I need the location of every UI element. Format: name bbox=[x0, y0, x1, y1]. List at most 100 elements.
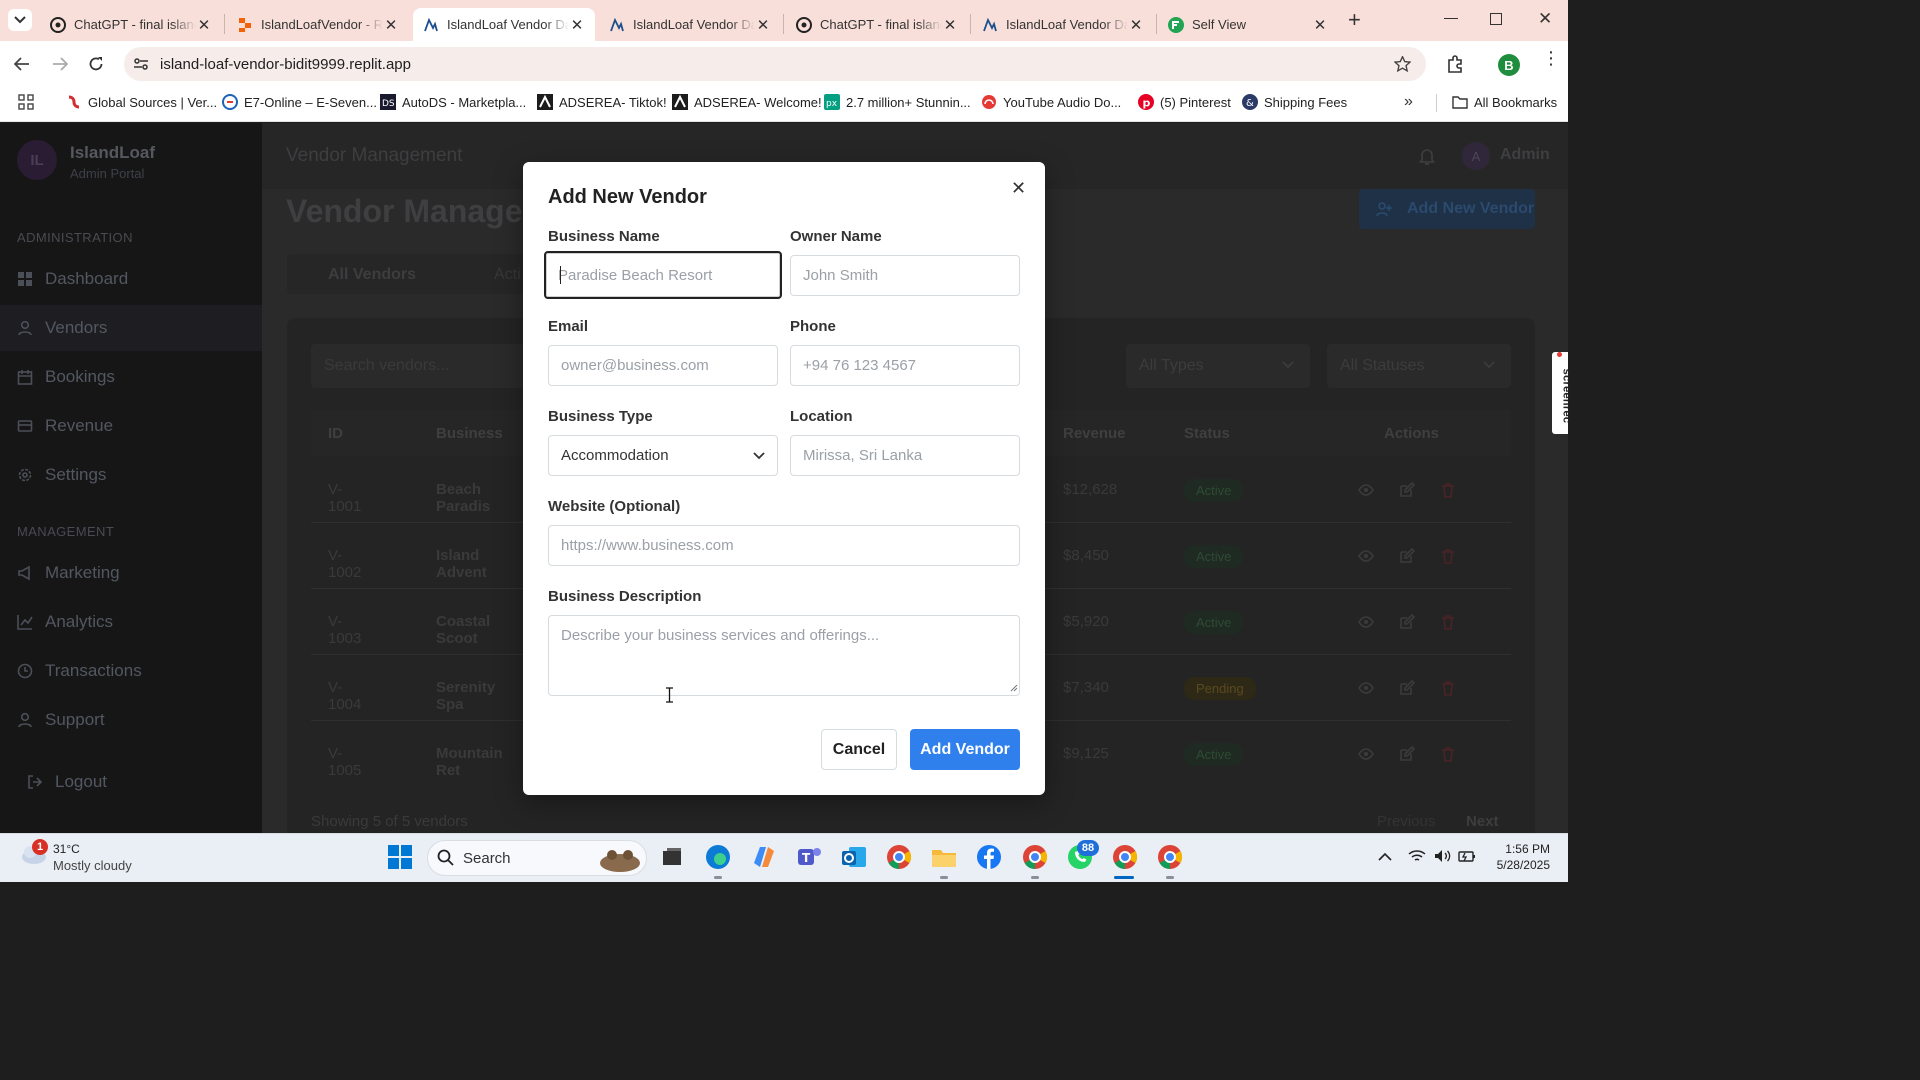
reload-icon[interactable] bbox=[88, 56, 104, 72]
bookmark-shipping-fees[interactable]: & Shipping Fees bbox=[1242, 94, 1347, 110]
sidebar-item-transactions[interactable]: Transactions bbox=[0, 648, 262, 694]
weather-desc[interactable]: Mostly cloudy bbox=[53, 858, 132, 873]
tab-active[interactable]: Acti bbox=[494, 266, 521, 284]
trash-icon[interactable] bbox=[1440, 746, 1456, 762]
eye-icon[interactable] bbox=[1358, 482, 1374, 498]
resize-handle-icon[interactable] bbox=[1010, 684, 1018, 692]
close-icon[interactable]: ✕ bbox=[196, 17, 212, 34]
menu-kebab-icon[interactable]: ⋮ bbox=[1542, 49, 1560, 67]
tab-search-button[interactable] bbox=[8, 9, 32, 31]
edit-icon[interactable] bbox=[1399, 746, 1415, 762]
bookmark-pinterest[interactable]: p (5) Pinterest bbox=[1138, 94, 1231, 110]
back-arrow-icon[interactable] bbox=[14, 57, 30, 71]
bookmark-autods[interactable]: DS AutoDS - Marketpla... bbox=[380, 94, 526, 110]
tab-self-view[interactable]: Self View ✕ bbox=[1158, 8, 1338, 41]
facebook-icon[interactable] bbox=[975, 843, 1003, 871]
bookmark-global-sources[interactable]: Global Sources | Ver... bbox=[66, 94, 217, 110]
bookmark-e7-online[interactable]: E7-Online – E-Seven... bbox=[222, 94, 377, 110]
battery-icon[interactable] bbox=[1458, 849, 1476, 863]
phone-input[interactable] bbox=[790, 345, 1020, 386]
bookmark-youtube-audio[interactable]: YouTube Audio Do... bbox=[981, 94, 1121, 110]
tab-chatgpt-2[interactable]: ChatGPT - final islanc ✕ bbox=[786, 8, 968, 41]
outlook-icon[interactable] bbox=[840, 843, 868, 871]
website-input[interactable] bbox=[548, 525, 1020, 566]
sidebar-item-marketing[interactable]: Marketing bbox=[0, 550, 262, 596]
trash-icon[interactable] bbox=[1440, 482, 1456, 498]
weather-temp[interactable]: 31°C bbox=[53, 842, 80, 856]
sidebar-item-analytics[interactable]: Analytics bbox=[0, 599, 262, 645]
file-explorer-icon[interactable] bbox=[930, 843, 958, 871]
teams-icon[interactable]: T bbox=[795, 843, 823, 871]
eye-icon[interactable] bbox=[1358, 614, 1374, 630]
add-vendor-button[interactable]: Add Vendor bbox=[910, 729, 1020, 770]
chrome-icon[interactable] bbox=[885, 843, 913, 871]
sidebar-item-dashboard[interactable]: Dashboard bbox=[0, 256, 262, 302]
owner-name-input[interactable] bbox=[790, 255, 1020, 296]
trash-icon[interactable] bbox=[1440, 614, 1456, 630]
minimize-icon[interactable] bbox=[1444, 18, 1458, 19]
sidebar-item-settings[interactable]: Settings bbox=[0, 452, 262, 498]
description-textarea[interactable] bbox=[548, 615, 1020, 696]
bookmark-adserea-tiktok[interactable]: ADSEREA- Tiktok! bbox=[537, 94, 667, 110]
restore-icon[interactable] bbox=[1490, 13, 1502, 25]
tab-islandloaf-3[interactable]: IslandLoaf Vendor Da ✕ bbox=[972, 8, 1154, 41]
url-text[interactable]: island-loaf-vendor-bidit9999.replit.app bbox=[160, 56, 411, 73]
window-close-icon[interactable]: ✕ bbox=[1538, 9, 1552, 29]
close-icon[interactable]: ✕ bbox=[1312, 17, 1328, 34]
cancel-button[interactable]: Cancel bbox=[821, 729, 897, 770]
email-input[interactable] bbox=[548, 345, 778, 386]
location-input[interactable] bbox=[790, 435, 1020, 476]
copilot-icon[interactable] bbox=[750, 843, 778, 871]
trash-icon[interactable] bbox=[1440, 548, 1456, 564]
clock-time[interactable]: 1:56 PM bbox=[1494, 842, 1550, 856]
profile-avatar[interactable]: B bbox=[1498, 54, 1520, 76]
close-icon[interactable]: ✕ bbox=[942, 17, 958, 34]
wifi-icon[interactable] bbox=[1408, 849, 1426, 863]
clock-date[interactable]: 5/28/2025 bbox=[1484, 858, 1550, 872]
sidebar-item-revenue[interactable]: Revenue bbox=[0, 403, 262, 449]
close-icon[interactable]: ✕ bbox=[755, 17, 771, 34]
edit-icon[interactable] bbox=[1399, 614, 1415, 630]
business-type-select[interactable]: Accommodation bbox=[548, 435, 778, 476]
apps-grid-icon[interactable] bbox=[18, 94, 34, 110]
edit-icon[interactable] bbox=[1399, 548, 1415, 564]
sidebar-item-support[interactable]: Support bbox=[0, 697, 262, 743]
prev-button[interactable]: Previous bbox=[1377, 813, 1435, 830]
modal-close-icon[interactable]: ✕ bbox=[1011, 178, 1026, 199]
eye-icon[interactable] bbox=[1358, 746, 1374, 762]
trash-icon[interactable] bbox=[1440, 680, 1456, 696]
new-tab-icon[interactable]: + bbox=[1348, 9, 1361, 31]
bookmark-adserea-welcome[interactable]: ADSEREA- Welcome! bbox=[672, 94, 822, 110]
task-view-icon[interactable] bbox=[658, 843, 686, 871]
forward-arrow-icon[interactable] bbox=[52, 57, 68, 71]
bookmark-star-icon[interactable] bbox=[1394, 56, 1411, 72]
close-icon[interactable]: ✕ bbox=[1128, 17, 1144, 34]
next-button[interactable]: Next bbox=[1466, 813, 1499, 830]
chrome-canary-icon[interactable] bbox=[1156, 843, 1184, 871]
bookmark-pexels[interactable]: px 2.7 million+ Stunnin... bbox=[824, 94, 971, 110]
business-name-input[interactable] bbox=[544, 251, 782, 299]
logout-button[interactable]: Logout bbox=[10, 759, 250, 805]
extensions-icon[interactable] bbox=[1446, 55, 1464, 73]
site-info-icon[interactable] bbox=[133, 57, 149, 71]
chrome-active-icon[interactable] bbox=[1111, 843, 1139, 871]
tab-replit[interactable]: IslandLoafVendor - R ✕ bbox=[227, 8, 409, 41]
close-icon[interactable]: ✕ bbox=[383, 17, 399, 34]
user-avatar[interactable]: A bbox=[1462, 142, 1490, 170]
user-name[interactable]: Admin bbox=[1500, 146, 1550, 164]
tab-chatgpt-1[interactable]: ChatGPT - final islanc ✕ bbox=[40, 8, 222, 41]
windows-start-icon[interactable] bbox=[386, 843, 414, 871]
sidebar-item-bookings[interactable]: Bookings bbox=[0, 354, 262, 400]
chrome-profile-icon[interactable] bbox=[1021, 843, 1049, 871]
tab-islandloaf-active[interactable]: IslandLoaf Vendor Da ✕ bbox=[413, 8, 595, 41]
eye-icon[interactable] bbox=[1358, 548, 1374, 564]
edge-icon[interactable] bbox=[704, 843, 732, 871]
eye-icon[interactable] bbox=[1358, 680, 1374, 696]
bell-icon[interactable] bbox=[1419, 147, 1435, 165]
volume-icon[interactable] bbox=[1434, 849, 1452, 863]
chevron-up-icon[interactable] bbox=[1378, 852, 1392, 861]
sidebar-item-vendors[interactable]: Vendors bbox=[0, 305, 262, 351]
edit-icon[interactable] bbox=[1399, 482, 1415, 498]
close-icon[interactable]: ✕ bbox=[569, 17, 585, 34]
tab-all-vendors[interactable]: All Vendors bbox=[328, 266, 416, 284]
